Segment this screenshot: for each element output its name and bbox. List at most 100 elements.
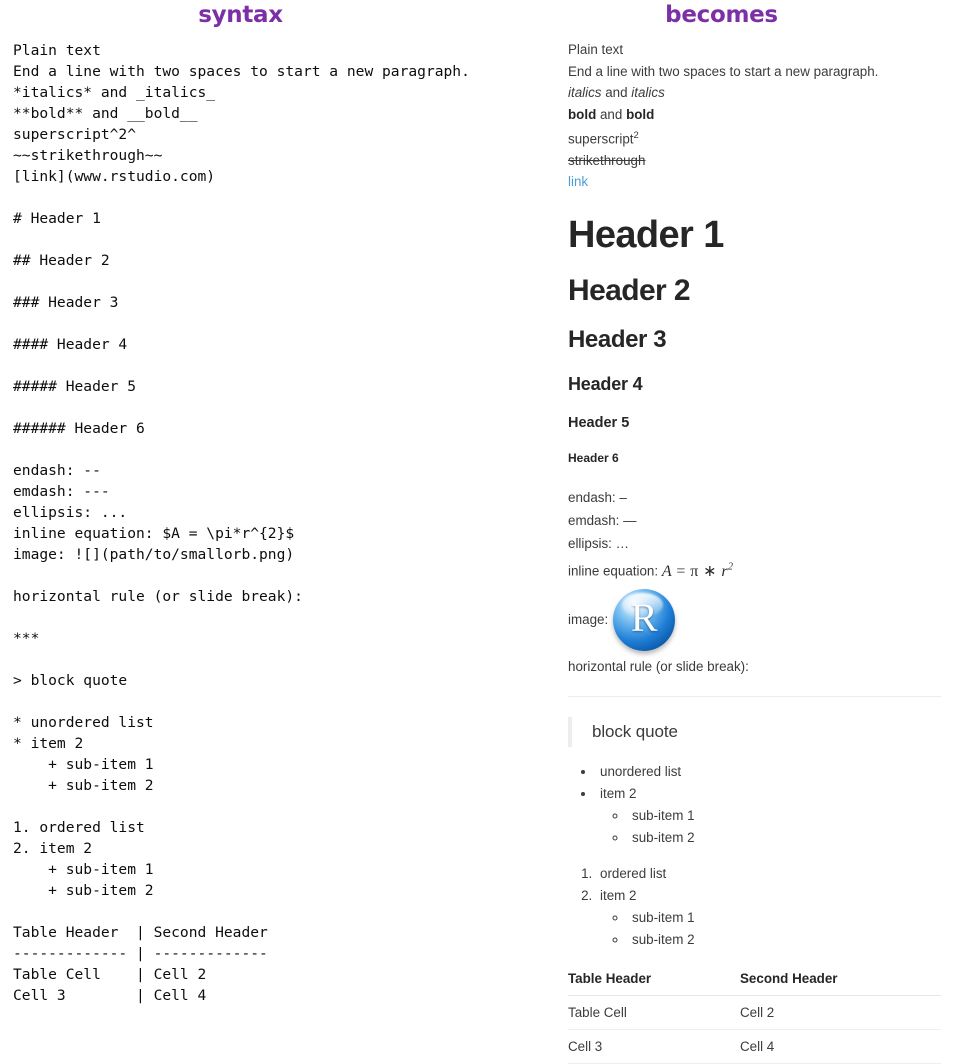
syntax-line: * unordered list — [13, 714, 154, 731]
equation-exponent: 2 — [727, 561, 734, 573]
syntax-line: Table Header | Second Header — [13, 924, 268, 941]
r-logo-orb-icon: R — [613, 588, 676, 651]
syntax-line: + sub-item 2 — [13, 882, 154, 899]
rendered-paragraph-line: End a line with two spaces to start a ne… — [568, 63, 879, 79]
bold-second: bold — [626, 106, 655, 122]
table-head: Table Header Second Header — [568, 968, 941, 996]
syntax-column-title: syntax — [198, 2, 283, 28]
italics-second: italics — [631, 85, 665, 100]
rendered-ordered-list: ordered listitem 2sub-item 1sub-item 2 — [568, 863, 943, 951]
syntax-line: > block quote — [13, 672, 128, 689]
equation-pi: π — [690, 562, 699, 580]
syntax-blank-line — [13, 229, 553, 250]
r-letter-glyph: R — [630, 595, 658, 641]
table-body: Table Cell Cell 2 Cell 3 Cell 4 — [568, 995, 941, 1064]
rendered-bold-line: bold and bold — [568, 105, 943, 124]
table-row: Cell 3 Cell 4 — [568, 1029, 941, 1064]
syntax-line: image: ![](path/to/smallorb.png) — [13, 546, 295, 563]
syntax-line: 1. ordered list — [13, 819, 145, 836]
syntax-line: endash: -- — [13, 462, 101, 479]
syntax-blank-line — [13, 649, 553, 670]
syntax-line: ------------- | ------------- — [13, 945, 268, 962]
syntax-blank-line — [13, 439, 553, 460]
equation-variable-a: A — [661, 562, 672, 580]
strikethrough-text: strikethrough — [568, 152, 646, 168]
bold-conjunction: and — [596, 106, 627, 122]
syntax-line: ###### Header 6 — [13, 420, 145, 437]
syntax-blank-line — [13, 355, 553, 376]
table-column-header: Table Header — [568, 968, 740, 996]
rendered-image-row: image: R — [568, 585, 943, 655]
syntax-blank-line — [13, 187, 553, 208]
rendered-endash-line: endash: – — [568, 490, 627, 506]
markdown-cheatsheet-page: syntax becomes Plain text End a line with… — [0, 0, 962, 1064]
syntax-line: Cell 3 | Cell 4 — [13, 987, 207, 1004]
rendered-header-5: Header 5 — [568, 415, 630, 432]
table-row: Table Cell Cell 2 — [568, 995, 941, 1030]
syntax-line: *** — [13, 630, 40, 647]
table-header-row: Table Header Second Header — [568, 968, 941, 996]
rendered-ellipsis-line: ellipsis: … — [568, 536, 630, 552]
rendered-link-line: link — [568, 172, 943, 191]
table-cell: Cell 3 — [568, 1029, 740, 1064]
sub-list-item: sub-item 2 — [628, 929, 943, 951]
syntax-line: ~~strikethrough~~ — [13, 147, 163, 164]
sub-list-item: sub-item 1 — [628, 805, 943, 827]
syntax-line: + sub-item 2 — [13, 777, 154, 794]
table-cell: Table Cell — [568, 995, 740, 1030]
italics-first: italics — [568, 85, 602, 100]
syntax-line: **bold** and __bold__ — [13, 105, 198, 122]
syntax-line: [link](www.rstudio.com) — [13, 168, 216, 185]
rendered-strikethrough-line: strikethrough — [568, 151, 943, 170]
sub-list: sub-item 1sub-item 2 — [600, 805, 943, 849]
equation-equals: = — [672, 562, 691, 580]
equation-times: ∗ — [698, 562, 722, 580]
syntax-line: + sub-item 1 — [13, 861, 154, 878]
rendered-plain-text: Plain text — [568, 42, 624, 57]
rendered-header-6: Header 6 — [568, 451, 619, 466]
syntax-blank-line — [13, 901, 553, 922]
syntax-line: superscript^2^ — [13, 126, 137, 143]
horizontal-rule-label: horizontal rule (or slide break): — [568, 658, 749, 674]
syntax-line: ### Header 3 — [13, 294, 119, 311]
list-item: ordered list — [596, 863, 943, 885]
bold-first: bold — [568, 106, 597, 122]
table-cell: Cell 2 — [740, 995, 941, 1030]
rendered-emdash-line: emdash: — — [568, 513, 637, 529]
syntax-line: 2. item 2 — [13, 840, 93, 857]
superscript-base: superscript — [568, 131, 634, 147]
rendered-equation-line: inline equation: A = π ∗ r2 — [568, 557, 943, 580]
equation-variable-r: r — [721, 562, 728, 580]
list-item: item 2sub-item 1sub-item 2 — [596, 783, 943, 849]
syntax-line: ##### Header 5 — [13, 378, 137, 395]
syntax-blank-line — [13, 796, 553, 817]
table-cell: Cell 4 — [740, 1029, 941, 1064]
syntax-line: + sub-item 1 — [13, 756, 154, 773]
rendered-block-quote: block quote — [568, 716, 943, 747]
list-item: unordered list — [596, 761, 943, 783]
syntax-line: End a line with two spaces to start a ne… — [13, 63, 470, 80]
syntax-line: ellipsis: ... — [13, 504, 128, 521]
syntax-line: #### Header 4 — [13, 336, 128, 353]
syntax-line: Table Cell | Cell 2 — [13, 966, 207, 983]
image-label: image: — [568, 612, 609, 628]
syntax-line: emdash: --- — [13, 483, 110, 500]
becomes-column-title: becomes — [665, 2, 778, 28]
syntax-blank-line — [13, 271, 553, 292]
rstudio-link[interactable]: link — [568, 174, 588, 189]
syntax-blank-line — [13, 691, 553, 712]
inline-equation: A = π ∗ r2 — [661, 561, 734, 580]
syntax-line: horizontal rule (or slide break): — [13, 588, 303, 605]
rendered-header-4: Header 4 — [568, 374, 643, 395]
superscript-exponent: 2 — [633, 130, 639, 141]
sub-list-item: sub-item 1 — [628, 907, 943, 929]
syntax-blank-line — [13, 397, 553, 418]
rendered-header-1: Header 1 — [568, 214, 724, 257]
syntax-line: ## Header 2 — [13, 252, 110, 269]
rendered-superscript-line: superscript2 — [568, 126, 943, 148]
equation-label: inline equation: — [568, 563, 662, 579]
syntax-blank-line — [13, 313, 553, 334]
syntax-line: # Header 1 — [13, 210, 101, 227]
syntax-line: Plain text — [13, 42, 101, 59]
rendered-dashes-group: endash: – emdash: — ellipsis: … inline e… — [568, 488, 943, 580]
